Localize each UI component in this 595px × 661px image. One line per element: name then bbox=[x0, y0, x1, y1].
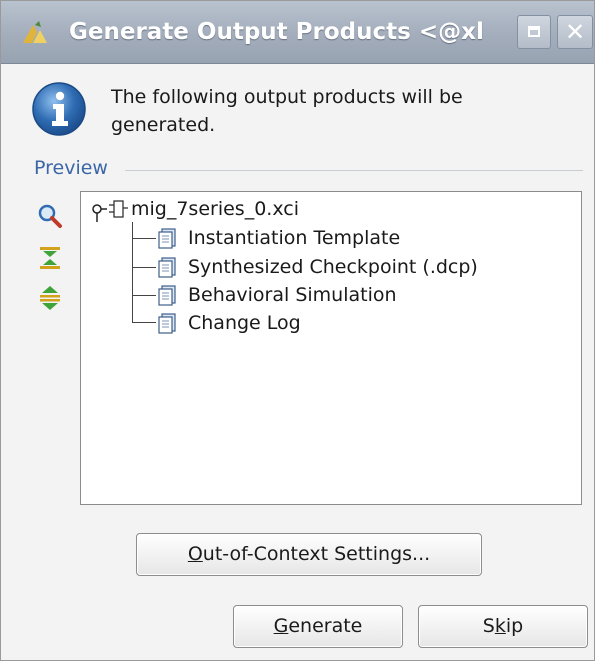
preview-section-label: Preview bbox=[34, 157, 108, 179]
button-label: ut-of-Context Settings... bbox=[202, 543, 431, 565]
skip-button[interactable]: Skip bbox=[418, 605, 588, 648]
tree-connector bbox=[132, 222, 133, 322]
button-label: enerate bbox=[288, 615, 363, 637]
close-icon: ✕ bbox=[564, 18, 586, 46]
file-icon bbox=[158, 313, 176, 334]
button-label: ip bbox=[505, 615, 524, 637]
generate-button[interactable]: Generate bbox=[233, 605, 403, 648]
file-icon bbox=[158, 285, 176, 306]
maximize-icon bbox=[528, 26, 540, 37]
tree-item-label[interactable]: Behavioral Simulation bbox=[188, 283, 397, 307]
mnemonic-letter: O bbox=[187, 543, 203, 565]
close-button[interactable]: ✕ bbox=[557, 15, 593, 49]
tree-connector bbox=[132, 267, 156, 268]
tree-node-pin-icon[interactable] bbox=[91, 202, 107, 224]
tree-connector bbox=[132, 322, 156, 323]
ip-core-icon bbox=[109, 200, 128, 218]
tree-root-label[interactable]: mig_7series_0.xci bbox=[131, 197, 299, 221]
tree-item-label[interactable]: Instantiation Template bbox=[188, 226, 400, 250]
window-title: Generate Output Products <@xl bbox=[69, 19, 484, 45]
expand-all-icon[interactable] bbox=[37, 285, 63, 311]
search-icon[interactable] bbox=[37, 203, 63, 229]
message-text: The following output products will be ge… bbox=[111, 86, 463, 136]
mnemonic-letter: G bbox=[273, 615, 289, 637]
vivado-logo-icon bbox=[23, 21, 47, 43]
dialog-window: Generate Output Products <@xl ✕ The foll… bbox=[0, 0, 595, 661]
tree-item-label[interactable]: Change Log bbox=[188, 311, 301, 335]
tree-connector bbox=[132, 238, 156, 239]
preview-divider bbox=[125, 170, 583, 171]
mnemonic-letter: k bbox=[494, 615, 506, 637]
title-bar[interactable]: Generate Output Products <@xl ✕ bbox=[1, 1, 594, 64]
maximize-button[interactable] bbox=[517, 15, 551, 49]
tree-connector bbox=[132, 295, 156, 296]
info-icon bbox=[32, 82, 86, 136]
output-products-tree[interactable]: mig_7series_0.xci Instantiation Template… bbox=[80, 191, 582, 505]
file-icon bbox=[158, 228, 176, 249]
out-of-context-settings-button[interactable]: Out-of-Context Settings... bbox=[136, 533, 482, 576]
file-icon bbox=[158, 257, 176, 278]
tree-item-label[interactable]: Synthesized Checkpoint (.dcp) bbox=[188, 255, 478, 279]
button-label: S bbox=[482, 615, 495, 637]
collapse-all-icon[interactable] bbox=[37, 245, 63, 271]
